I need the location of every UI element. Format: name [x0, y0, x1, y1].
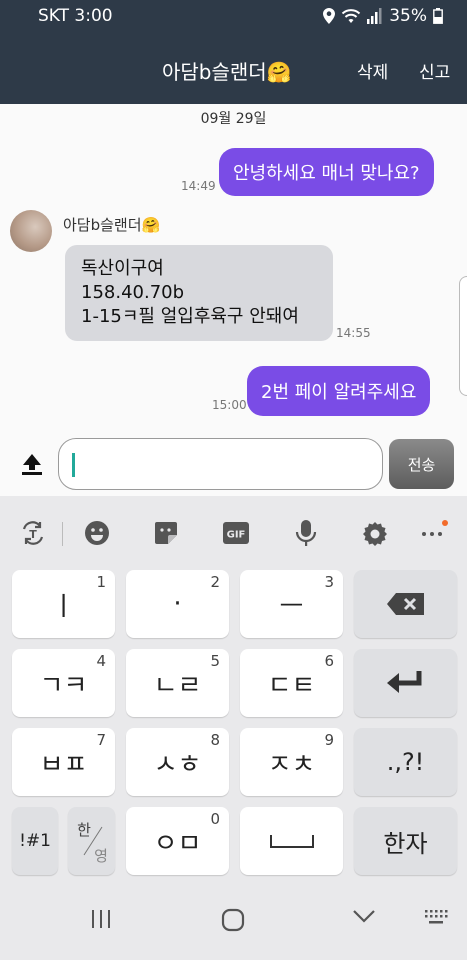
svg-text:한: 한	[77, 821, 91, 839]
gif-icon[interactable]: GIF	[221, 518, 251, 548]
key-label: ㄴㄹ	[153, 670, 202, 701]
chat-title: 아담b슬랜더🤗	[162, 60, 292, 84]
enter-icon	[386, 671, 421, 693]
sender-name: 아담b슬랜더🤗	[63, 216, 161, 234]
message-time: 14:49	[181, 179, 216, 193]
backspace-icon	[386, 593, 424, 615]
lang-toggle-glyph: 한 영	[77, 821, 108, 865]
back-button[interactable]	[352, 908, 376, 924]
status-icons: 35%	[323, 6, 443, 26]
space-key[interactable]	[240, 807, 343, 875]
key-7[interactable]: ㅂㅍ 7	[12, 728, 115, 796]
message-time: 14:55	[336, 326, 371, 340]
key-label: ㅇㅁ	[153, 828, 202, 859]
home-button[interactable]	[221, 908, 245, 932]
scroll-handle[interactable]	[459, 276, 467, 396]
key-6[interactable]: ㄷㅌ 6	[240, 649, 343, 717]
delete-button[interactable]: 삭제	[357, 58, 388, 83]
key-number: 8	[210, 731, 220, 749]
emoji-icon[interactable]	[82, 518, 112, 548]
signal-icon	[367, 8, 382, 24]
keyboard-toolbar: T GIF	[0, 496, 467, 570]
key-label: ㄱㅋ	[39, 670, 88, 701]
message-time: 15:00	[212, 398, 247, 412]
battery-percent: 35%	[389, 6, 427, 26]
send-button[interactable]: 전송	[389, 439, 454, 489]
battery-icon	[433, 8, 443, 24]
key-label: ㅂㅍ	[39, 749, 88, 780]
key-3[interactable]: ㅡ 3	[240, 570, 343, 638]
location-icon	[323, 8, 336, 24]
key-9[interactable]: ㅈㅊ 9	[240, 728, 343, 796]
avatar[interactable]	[10, 210, 52, 252]
gif-label: GIF	[227, 530, 246, 541]
svg-text:T: T	[29, 528, 37, 541]
message-line: 독산이구여	[81, 258, 164, 279]
key-label: ㅡ	[279, 591, 304, 622]
svg-text:영: 영	[94, 847, 108, 865]
key-number: 4	[96, 652, 106, 670]
notification-dot	[442, 520, 448, 526]
keyboard-icon	[425, 910, 448, 924]
key-1[interactable]: ㅣ 1	[12, 570, 115, 638]
navigation-bar	[0, 886, 467, 960]
key-number: 7	[96, 731, 106, 749]
key-number: 0	[210, 810, 220, 828]
key-number: 3	[324, 573, 334, 591]
keyboard: T GIF ㅣ 1 · 2 ㅡ 3 ㄱㅋ 4 ㄴㄹ 5 ㄷㅌ 6 ㅂㅍ 7 ㅅㅎ…	[0, 496, 467, 960]
keyboard-hide-button[interactable]	[424, 908, 448, 926]
key-label: ·	[173, 589, 182, 619]
message-input-row: 전송	[0, 430, 467, 496]
message-line: 1-15ㅋ필 얼입후육구 안돼여	[81, 306, 299, 327]
upload-icon	[22, 454, 42, 475]
key-label: ㄷㅌ	[267, 670, 316, 701]
key-number: 2	[210, 573, 220, 591]
message-bubble-incoming[interactable]: 독산이구여 158.40.70b 1-15ㅋ필 얼입후육구 안돼여	[65, 245, 333, 341]
report-button[interactable]: 신고	[419, 58, 450, 83]
chat-header: 아담b슬랜더🤗 삭제 신고	[0, 34, 467, 104]
punctuation-key[interactable]: .,?!	[354, 728, 457, 796]
language-toggle-key[interactable]: 한 영	[68, 807, 115, 875]
recent-apps-button[interactable]	[90, 908, 112, 930]
key-number: 5	[210, 652, 220, 670]
upload-button[interactable]	[20, 452, 44, 480]
backspace-key[interactable]	[354, 570, 457, 638]
key-2[interactable]: · 2	[126, 570, 229, 638]
message-bubble-outgoing[interactable]: 2번 페이 알려주세요	[247, 366, 431, 416]
key-5[interactable]: ㄴㄹ 5	[126, 649, 229, 717]
status-carrier-time: SKT 3:00	[38, 6, 113, 26]
settings-icon[interactable]	[360, 518, 390, 548]
recent-apps-icon	[92, 910, 110, 928]
key-0[interactable]: ㅇㅁ 0	[126, 807, 229, 875]
sticker-icon[interactable]	[151, 518, 181, 548]
message-line: 158.40.70b	[81, 282, 185, 303]
key-number: 6	[324, 652, 334, 670]
home-icon	[221, 908, 245, 932]
message-input[interactable]	[58, 438, 383, 490]
key-number: 1	[96, 573, 106, 591]
space-icon	[269, 835, 314, 848]
message-bubble-outgoing[interactable]: 안녕하세요 매너 맞나요?	[219, 148, 434, 196]
status-bar: SKT 3:00 35%	[0, 0, 467, 34]
key-label: ㅣ	[51, 591, 76, 622]
enter-key[interactable]	[354, 649, 457, 717]
key-4[interactable]: ㄱㅋ 4	[12, 649, 115, 717]
key-8[interactable]: ㅅㅎ 8	[126, 728, 229, 796]
chevron-down-icon	[353, 910, 375, 923]
date-divider: 09월 29일	[200, 111, 267, 127]
toolbar-divider	[62, 522, 63, 546]
mic-icon[interactable]	[291, 518, 321, 548]
key-number: 9	[324, 731, 334, 749]
translate-icon[interactable]: T	[18, 518, 48, 548]
symbol-key[interactable]: !#1	[12, 807, 58, 875]
key-label: ㅅㅎ	[153, 749, 202, 780]
text-caret	[72, 453, 75, 477]
wifi-icon	[342, 9, 361, 23]
key-label: ㅈㅊ	[267, 749, 316, 780]
hanja-key[interactable]: 한자	[354, 807, 457, 875]
